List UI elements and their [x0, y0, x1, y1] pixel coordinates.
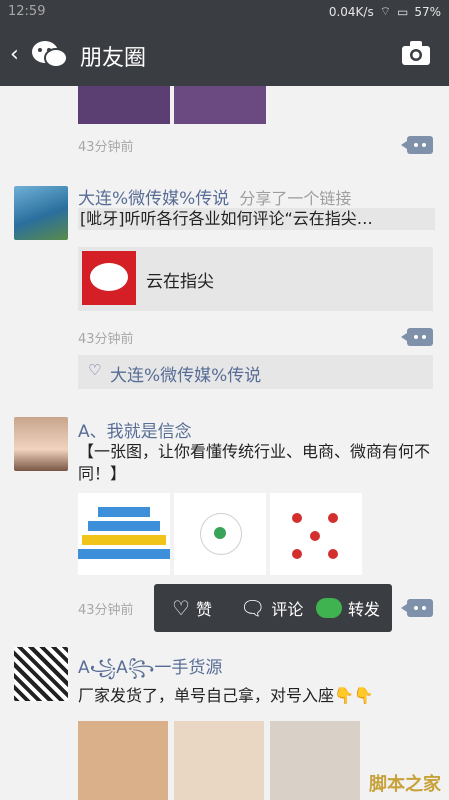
post-meta: 分享了一个链接: [239, 189, 352, 208]
title-bar: ‹ 朋友圈: [0, 24, 449, 86]
post-time: 43分钟前: [78, 140, 134, 155]
post-text: 【一张图，让你看懂传统行业、电商、微商有何不同！】: [78, 442, 431, 483]
post-text: 厂家发货了，单号自己拿，对号入座👇👇: [78, 686, 374, 705]
comment-menu-icon[interactable]: [401, 599, 433, 617]
action-popup: ♡ 赞 🗨 评论 转发: [154, 584, 392, 632]
wifi-icon: ⌔: [379, 4, 391, 18]
post-author[interactable]: A꧁A꧂一手货源: [78, 653, 222, 689]
post-time: 43分钟前: [78, 603, 134, 618]
avatar[interactable]: [14, 417, 68, 471]
avatar[interactable]: [14, 186, 68, 240]
network-speed: 0.04K/s: [328, 4, 374, 19]
comment-icon: 🗨: [240, 596, 266, 620]
page-title: 朋友圈: [80, 46, 147, 71]
comment-label: 评论: [271, 600, 304, 619]
post-time: 43分钟前: [78, 332, 134, 347]
share-button[interactable]: 转发: [316, 596, 380, 620]
post-author[interactable]: 大连%微传媒%传说: [78, 189, 229, 209]
moments-feed: 43分钟前 大连%微传媒%传说 分享了一个链接 [呲牙]听听各行各业如何评论“云在…: [0, 86, 449, 800]
post-image[interactable]: [174, 721, 264, 800]
post-image[interactable]: [78, 86, 170, 124]
camera-icon[interactable]: [401, 40, 431, 66]
link-card[interactable]: 云在指尖: [78, 247, 433, 311]
moments-logo-icon: [32, 41, 68, 68]
avatar[interactable]: [14, 647, 68, 701]
like-label: 赞: [195, 600, 212, 619]
heart-icon: ♡: [88, 361, 102, 379]
post-text: [呲牙]听听各行各业如何评论“云在指尖…: [78, 208, 435, 230]
post-image[interactable]: [78, 493, 170, 575]
heart-icon: ♡: [172, 596, 190, 620]
post-image[interactable]: [174, 493, 266, 575]
post-image[interactable]: [270, 721, 360, 800]
link-title: 云在指尖: [146, 272, 214, 292]
status-time: 12:59: [8, 4, 46, 19]
back-icon[interactable]: ‹: [10, 42, 19, 67]
status-icons: 0.04K/s ⌔ ▭ 57%: [329, 4, 441, 19]
post-item: 43分钟前: [0, 86, 449, 171]
likes-bar: ♡ 大连%微传媒%传说: [78, 355, 433, 389]
post-item: 大连%微传媒%传说 分享了一个链接 [呲牙]听听各行各业如何评论“云在指尖… 云在…: [0, 170, 449, 402]
comment-button[interactable]: 🗨 评论: [240, 596, 303, 620]
like-button[interactable]: ♡ 赞: [172, 596, 212, 620]
share-label: 转发: [348, 600, 381, 619]
post-header: 大连%微传媒%传说 分享了一个链接: [78, 184, 351, 209]
link-thumbnail: [82, 251, 136, 305]
post-image[interactable]: [174, 86, 266, 124]
comment-menu-icon[interactable]: [401, 328, 433, 346]
comment-menu-icon[interactable]: [401, 136, 433, 154]
battery-level: 57%: [414, 4, 441, 19]
post-image[interactable]: [78, 721, 168, 800]
liker-name[interactable]: 大连%微传媒%传说: [110, 361, 261, 386]
post-author[interactable]: A、我就是信念: [78, 417, 192, 442]
battery-icon: ▭: [396, 4, 409, 19]
status-bar: 12:59 0.04K/s ⌔ ▭ 57%: [0, 0, 449, 24]
watermark: 脚本之家: [369, 774, 441, 795]
wechat-icon: [316, 598, 342, 618]
post-image[interactable]: [270, 493, 362, 575]
